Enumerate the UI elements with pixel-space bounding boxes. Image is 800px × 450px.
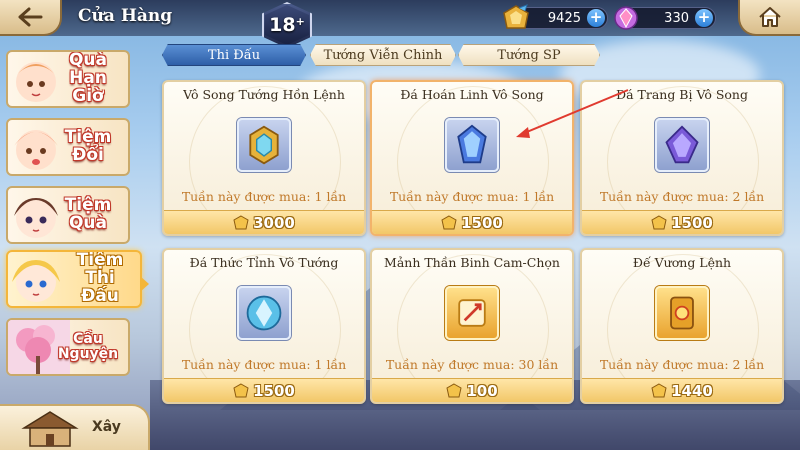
character-avatar (12, 260, 60, 302)
shop-item-card[interactable]: Vô Song Tướng Hồn Lệnh Tuần này được mua… (162, 80, 366, 236)
item-price: 1440 (671, 381, 713, 400)
arena-coin-icon (503, 4, 529, 29)
currency-gem: 330 + (614, 6, 716, 30)
item-name: Vô Song Tướng Hồn Lệnh (183, 87, 345, 102)
level-value: 18 (269, 14, 296, 36)
price-bar: 1500 (164, 378, 364, 402)
item-price: 1500 (671, 213, 713, 232)
back-arrow-icon (18, 7, 43, 27)
level-suffix: + (295, 14, 305, 28)
arena-coin-icon (651, 382, 667, 397)
weapon-fragment-icon (458, 299, 486, 327)
tab-label: Thi Đấu (207, 47, 261, 63)
item-name: Đá Trang Bị Vô Song (616, 87, 748, 102)
purchase-limit: Tuần này được mua: 1 lần (389, 189, 555, 204)
sidebar-item-exchange-shop[interactable]: Tiệm Đổi (6, 118, 130, 176)
house-icon (21, 411, 79, 447)
shop-item-card[interactable]: Đá Thức Tỉnh Võ Tướng Tuần này được mua:… (162, 248, 366, 404)
equipment-stone-icon (665, 125, 699, 164)
add-gem-button[interactable]: + (695, 9, 713, 27)
sidebar-item-label: Tiệm Thi Đấu (76, 250, 124, 306)
awakening-stone-icon (246, 295, 282, 331)
tab-label: Tướng Viễn Chinh (323, 47, 443, 63)
sidebar-item-limited-gift[interactable]: Quà Hạn Giờ (6, 50, 130, 108)
item-price: 1500 (253, 381, 295, 400)
page-title: Cửa Hàng (78, 6, 173, 26)
currency-arena-coin-value: 9425 (547, 10, 581, 26)
level-badge: 18 + (262, 2, 312, 48)
shop-item-card[interactable]: Đá Hoán Linh Vô Song Tuần này được mua: … (370, 80, 574, 236)
purchase-limit: Tuần này được mua: 1 lần (181, 357, 347, 372)
sidebar-item-label: Quà Hạn Giờ (68, 50, 108, 106)
item-icon-frame (445, 118, 499, 172)
tab-label: Tướng SP (497, 47, 561, 63)
build-label: Xây (92, 419, 121, 435)
arena-coin-icon (233, 382, 249, 397)
sidebar-item-wish[interactable]: Cầu Nguyện (6, 318, 130, 376)
back-button[interactable] (0, 0, 62, 36)
purchase-limit: Tuần này được mua: 2 lần (599, 189, 765, 204)
sidebar-item-label: Tiệm Quà (64, 195, 112, 233)
arena-coin-icon (446, 382, 462, 397)
purchase-limit: Tuần này được mua: 1 lần (181, 189, 347, 204)
price-bar: 1500 (372, 210, 572, 234)
item-name: Đá Thức Tỉnh Võ Tướng (189, 255, 339, 270)
tab-arena[interactable]: Thi Đấu (162, 44, 306, 66)
tab-sp-heroes[interactable]: Tướng SP (458, 44, 600, 66)
shop-item-card[interactable]: Đế Vương Lệnh Tuần này được mua: 2 lần 1… (580, 248, 784, 404)
tab-expedition-heroes[interactable]: Tướng Viễn Chinh (310, 44, 456, 66)
hero-soul-token-icon (249, 125, 279, 165)
item-icon-frame (445, 286, 499, 340)
shop-item-card[interactable]: Đá Trang Bị Vô Song Tuần này được mua: 2… (580, 80, 784, 236)
price-bar: 1440 (582, 378, 782, 402)
sidebar: Quà Hạn Giờ Tiệm Đổi Tiệm Quà Tiệm Thi Đ… (0, 40, 160, 450)
active-indicator-arrow (140, 276, 149, 292)
item-icon-frame (655, 286, 709, 340)
sidebar-item-arena-shop[interactable]: Tiệm Thi Đấu (6, 250, 142, 308)
currency-gem-value: 330 (664, 10, 689, 26)
item-name: Đá Hoán Linh Vô Song (400, 87, 544, 102)
price-bar: 3000 (164, 210, 364, 234)
item-name: Đế Vương Lệnh (632, 255, 732, 270)
add-arena-coin-button[interactable]: + (587, 9, 605, 27)
arena-coin-icon (233, 214, 249, 229)
item-name: Mảnh Thần Binh Cam-Chọn (384, 255, 560, 270)
purchase-limit: Tuần này được mua: 2 lần (599, 357, 765, 372)
sidebar-item-label: Cầu Nguyện (57, 331, 119, 362)
item-icon-frame (237, 118, 291, 172)
arena-coin-icon (651, 214, 667, 229)
purchase-limit: Tuần này được mua: 30 lần (385, 357, 559, 372)
build-button[interactable]: Xây (0, 404, 150, 450)
gem-icon (614, 6, 638, 30)
sidebar-item-gift-shop[interactable]: Tiệm Quà (6, 186, 130, 244)
home-icon (759, 7, 781, 27)
item-price: 100 (466, 381, 498, 400)
emperor-token-icon (670, 296, 694, 330)
item-icon-frame (655, 118, 709, 172)
home-button[interactable] (738, 0, 800, 36)
currency-arena-coin: 9425 + (503, 4, 608, 29)
item-icon-frame (237, 286, 291, 340)
item-price: 1500 (461, 213, 503, 232)
sidebar-item-label: Tiệm Đổi (64, 127, 112, 165)
arena-coin-icon (441, 214, 457, 229)
price-bar: 100 (372, 378, 572, 402)
item-price: 3000 (253, 213, 295, 232)
shop-item-card[interactable]: Mảnh Thần Binh Cam-Chọn Tuần này được mu… (370, 248, 574, 404)
crystal-stone-icon (457, 124, 487, 164)
price-bar: 1500 (582, 210, 782, 234)
